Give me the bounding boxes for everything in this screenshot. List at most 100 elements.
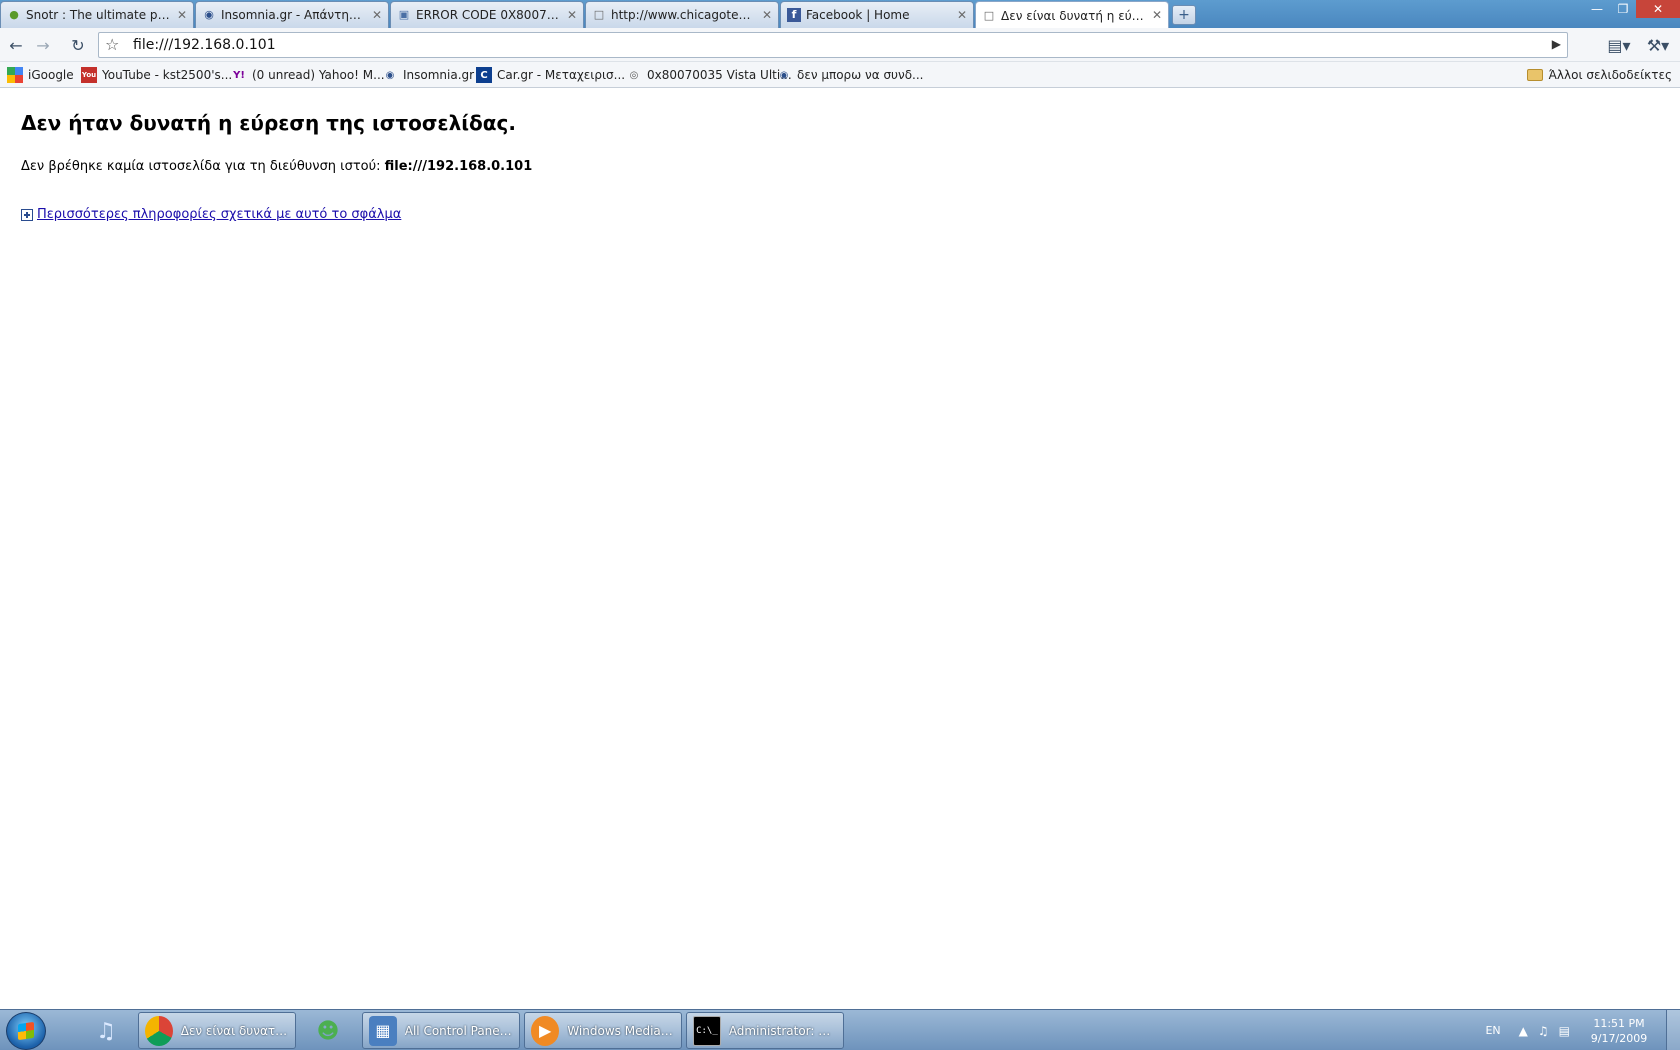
clock[interactable]: 11:51 PM 9/17/2009: [1580, 1016, 1658, 1046]
computer-favicon-icon: ▣: [398, 8, 410, 21]
start-button[interactable]: [6, 1012, 46, 1050]
bookmark-0x80070035[interactable]: ◎ 0x80070035 Vista Ulti...: [626, 66, 792, 84]
error-description: Δεν βρέθηκε καμία ιστοσελίδα για τη διεύ…: [21, 159, 532, 174]
bookmark-cargr[interactable]: C Car.gr - Μεταχειρισ...: [476, 66, 625, 84]
cmd-icon: C:\_: [693, 1015, 721, 1046]
facebook-favicon-icon: f: [787, 8, 801, 22]
language-indicator[interactable]: EN: [1485, 1024, 1500, 1037]
task-label: Windows Media P...: [567, 1023, 675, 1038]
insomnia-icon: ◉: [385, 69, 395, 81]
bookmark-label: iGoogle: [28, 68, 74, 82]
wrench-icon: ⚒▾: [1646, 35, 1670, 55]
insomnia-icon: ◉: [779, 69, 789, 81]
tab-strip: ● Snotr : The ultimate plac... ✕ ◉ Insom…: [0, 0, 1680, 29]
tab-snotr[interactable]: ● Snotr : The ultimate plac... ✕: [0, 1, 194, 28]
more-info-link[interactable]: Περισσότερες πληροφορίες σχετικά με αυτό…: [37, 207, 401, 222]
clock-time: 11:51 PM: [1593, 1016, 1645, 1030]
itunes-icon: ♫: [96, 1018, 116, 1044]
page-menu-button[interactable]: ▤▾: [1604, 33, 1634, 57]
minimize-button[interactable]: —: [1584, 0, 1610, 18]
bookmark-insomnia[interactable]: ◉ Insomnia.gr: [382, 66, 474, 84]
tab-facebook[interactable]: f Facebook | Home ✕: [780, 1, 974, 28]
forward-button[interactable]: →: [31, 33, 55, 57]
page-menu-icon: ▤▾: [1607, 35, 1631, 55]
task-cmd[interactable]: C:\_ Administrator: C:\...: [686, 1012, 844, 1049]
pinned-itunes[interactable]: ♫: [80, 1013, 132, 1049]
snotr-favicon-icon: ●: [9, 8, 19, 21]
new-tab-button[interactable]: +: [1172, 5, 1196, 25]
clock-date: 9/17/2009: [1590, 1031, 1648, 1045]
wrench-menu-button[interactable]: ⚒▾: [1642, 33, 1674, 57]
bookmark-label: Insomnia.gr: [403, 68, 475, 82]
tab-label: Snotr : The ultimate plac...: [26, 8, 171, 22]
tab-close-icon[interactable]: ✕: [177, 8, 187, 22]
tab-label: Insomnia.gr - Απάντηση ...: [221, 8, 366, 22]
task-media-player[interactable]: ▶ Windows Media P...: [524, 1012, 682, 1049]
back-arrow-icon: ←: [9, 35, 23, 55]
bookmark-youtube[interactable]: You YouTube - kst2500's...: [81, 66, 232, 84]
task-label: Administrator: C:\...: [728, 1023, 837, 1038]
maximize-button[interactable]: ❐: [1610, 0, 1636, 18]
pinned-messenger[interactable]: ☻: [302, 1013, 354, 1049]
toolbar: ← → ↻ ☆ ▶ ▤▾ ⚒▾: [0, 28, 1680, 62]
igoogle-icon: [7, 67, 23, 83]
bookmark-label: YouTube - kst2500's...: [102, 68, 233, 82]
bookmark-yahoo[interactable]: Y! (0 unread) Yahoo! M...: [231, 66, 385, 84]
other-bookmarks-label: Άλλοι σελιδοδείκτες: [1548, 68, 1672, 82]
error-title: Δεν ήταν δυνατή η εύρεση της ιστοσελίδας…: [21, 111, 516, 135]
bookmark-label: 0x80070035 Vista Ulti...: [647, 68, 792, 82]
youtube-icon: You: [81, 67, 97, 83]
page-favicon-icon: □: [983, 8, 995, 22]
plus-icon: +: [1178, 7, 1190, 23]
task-control-panel[interactable]: ▦ All Control Panel I...: [362, 1012, 520, 1049]
network-icon[interactable]: ▤: [1559, 1024, 1570, 1038]
volume-icon[interactable]: ♫: [1538, 1024, 1549, 1038]
bookmark-den-mporo[interactable]: ◉ δεν μπορω να συνδ...: [776, 66, 924, 84]
tab-error-page[interactable]: □ Δεν είναι δυνατή η εύρεσ... ✕: [975, 1, 1169, 29]
page-content: Δεν ήταν δυνατή η εύρεση της ιστοσελίδας…: [0, 89, 1680, 1009]
system-tray: EN ▲ ♫ ▤ 11:51 PM 9/17/2009: [1485, 1010, 1680, 1050]
tab-close-icon[interactable]: ✕: [372, 8, 382, 22]
tab-chicagotech[interactable]: □ http://www.chicagotech.... ✕: [585, 1, 779, 28]
show-hidden-icons-icon[interactable]: ▲: [1519, 1024, 1528, 1038]
tab-close-icon[interactable]: ✕: [957, 8, 967, 22]
globe-icon: ◎: [629, 69, 639, 81]
tab-close-icon[interactable]: ✕: [762, 8, 772, 22]
task-label: Δεν είναι δυνατή ...: [180, 1023, 289, 1038]
tab-insomnia[interactable]: ◉ Insomnia.gr - Απάντηση ... ✕: [195, 1, 389, 28]
omnibox[interactable]: ☆ ▶: [98, 32, 1568, 58]
bookmarks-bar: iGoogle You YouTube - kst2500's... Y! (0…: [0, 62, 1680, 88]
show-desktop-button[interactable]: [1666, 1010, 1680, 1050]
bookmark-label: (0 unread) Yahoo! M...: [252, 68, 385, 82]
task-chrome[interactable]: Δεν είναι δυνατή ...: [138, 1012, 296, 1049]
other-bookmarks[interactable]: Άλλοι σελιδοδείκτες: [1526, 66, 1672, 84]
tab-close-icon[interactable]: ✕: [567, 8, 577, 22]
error-description-text: Δεν βρέθηκε καμία ιστοσελίδα για τη διεύ…: [21, 159, 381, 174]
bookmark-igoogle[interactable]: iGoogle: [7, 66, 74, 84]
bookmark-label: δεν μπορω να συνδ...: [797, 68, 924, 82]
bookmark-label: Car.gr - Μεταχειρισ...: [497, 68, 626, 82]
screen: ● Snotr : The ultimate plac... ✕ ◉ Insom…: [0, 0, 1680, 1050]
tab-error-code[interactable]: ▣ ERROR CODE 0X80070035 ✕: [390, 1, 584, 28]
window-controls: — ❐ ✕: [1584, 0, 1680, 18]
back-button[interactable]: ←: [4, 33, 28, 57]
close-window-button[interactable]: ✕: [1636, 0, 1680, 18]
tab-label: http://www.chicagotech....: [611, 8, 756, 22]
cargr-icon: C: [476, 67, 492, 83]
error-url: file:///192.168.0.101: [384, 159, 533, 174]
reload-button[interactable]: ↻: [66, 33, 90, 57]
folder-icon: [1526, 69, 1543, 81]
yahoo-icon: Y!: [233, 69, 245, 81]
messenger-icon: ☻: [316, 1018, 340, 1044]
expand-plus-icon[interactable]: [21, 208, 33, 221]
tab-close-icon[interactable]: ✕: [1152, 8, 1162, 22]
task-label: All Control Panel I...: [404, 1023, 513, 1038]
control-panel-icon: ▦: [369, 1015, 397, 1046]
go-arrow-icon[interactable]: ▶: [1552, 37, 1561, 51]
address-input[interactable]: [133, 35, 1533, 55]
tab-label: Facebook | Home: [806, 8, 910, 22]
bookmark-star-icon[interactable]: ☆: [105, 36, 119, 54]
page-favicon-icon: □: [593, 8, 605, 21]
reload-icon: ↻: [71, 35, 85, 55]
taskbar: ♫ Δεν είναι δυνατή ... ☻ ▦ All Control P…: [0, 1009, 1680, 1050]
